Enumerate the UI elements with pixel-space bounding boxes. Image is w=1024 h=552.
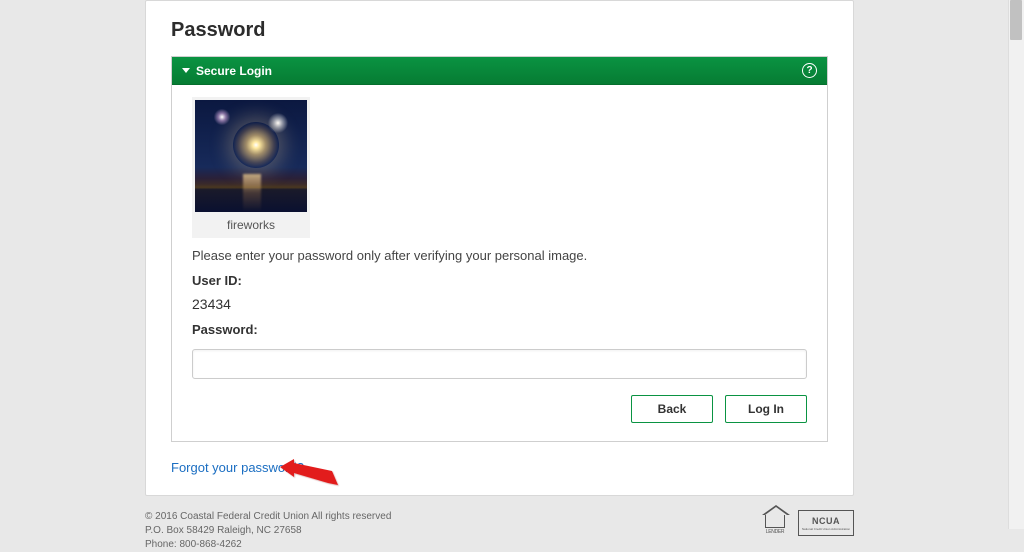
button-row: Back Log In bbox=[192, 395, 807, 423]
footer-text: © 2016 Coastal Federal Credit Union All … bbox=[145, 510, 391, 552]
footer-address: P.O. Box 58429 Raleigh, NC 27658 bbox=[145, 524, 391, 538]
user-id-label: User ID: bbox=[192, 273, 807, 288]
security-image-caption: fireworks bbox=[195, 218, 307, 232]
scrollbar[interactable] bbox=[1008, 0, 1024, 529]
panel-header[interactable]: Secure Login ? bbox=[172, 57, 827, 85]
footer-copyright: © 2016 Coastal Federal Credit Union All … bbox=[145, 510, 391, 524]
secure-login-panel: Secure Login ? fireworks Please enter yo… bbox=[171, 56, 828, 442]
panel-body: fireworks Please enter your password onl… bbox=[172, 85, 827, 441]
scrollbar-thumb[interactable] bbox=[1010, 0, 1022, 40]
instruction-text: Please enter your password only after ve… bbox=[192, 248, 807, 263]
panel-header-title: Secure Login bbox=[196, 64, 272, 78]
fireworks-image bbox=[195, 100, 307, 212]
page-title: Password bbox=[171, 19, 828, 42]
user-id-value: 23434 bbox=[192, 296, 807, 312]
password-label: Password: bbox=[192, 322, 807, 337]
ncua-badge-icon: NCUA National Credit Union Administratio… bbox=[798, 510, 854, 536]
help-icon[interactable]: ? bbox=[802, 63, 817, 78]
back-button[interactable]: Back bbox=[631, 395, 713, 423]
security-image-container: fireworks bbox=[192, 97, 310, 238]
footer-phone: Phone: 800-868-4262 bbox=[145, 538, 391, 552]
password-input[interactable] bbox=[192, 349, 807, 379]
equal-housing-lender-icon: LENDER bbox=[760, 510, 790, 536]
footer: © 2016 Coastal Federal Credit Union All … bbox=[145, 510, 854, 552]
caret-down-icon bbox=[182, 68, 190, 73]
login-card: Password Secure Login ? bbox=[145, 0, 854, 496]
forgot-password-link[interactable]: Forgot your password? bbox=[171, 460, 304, 475]
login-button[interactable]: Log In bbox=[725, 395, 807, 423]
